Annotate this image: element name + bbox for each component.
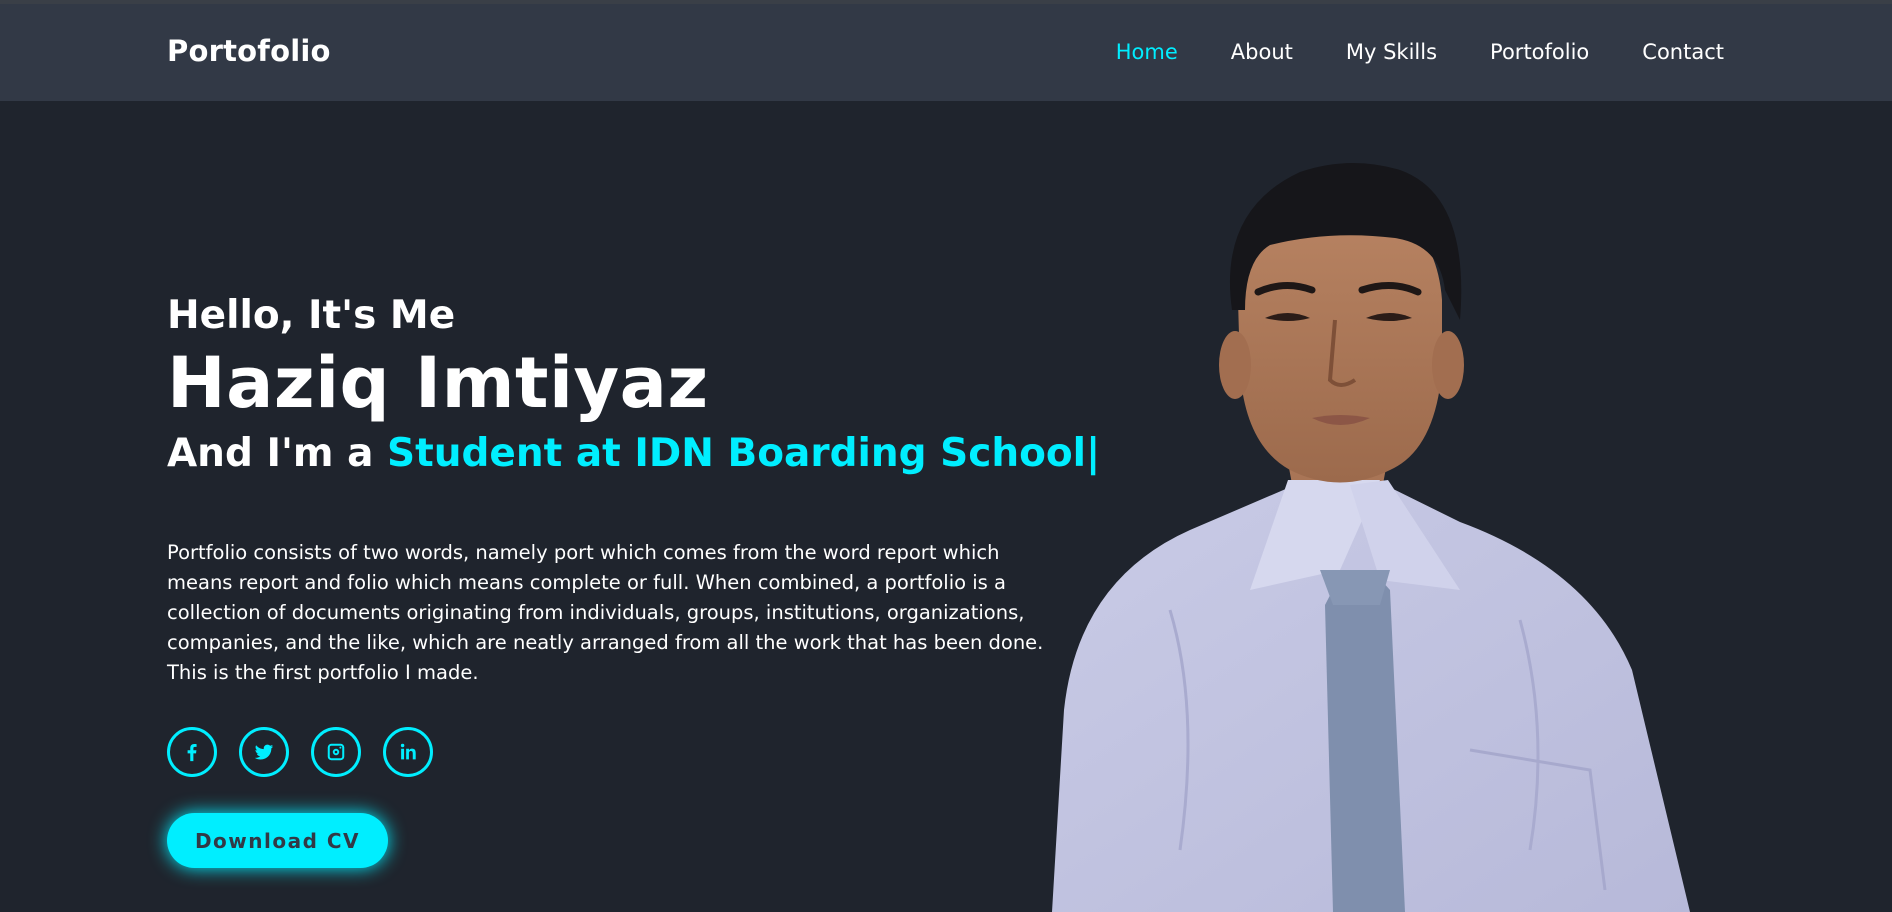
twitter-link[interactable] — [239, 727, 289, 777]
bio-paragraph: Portfolio consists of two words, namely … — [167, 541, 1044, 684]
download-cv-button[interactable]: Download CV — [167, 813, 388, 868]
site-logo[interactable]: Portofolio — [167, 34, 331, 68]
instagram-icon — [327, 743, 345, 761]
greeting-heading: Hello, It's Me — [167, 293, 456, 338]
nav-contact[interactable]: Contact — [1642, 40, 1724, 64]
profile-photo — [1052, 162, 1690, 912]
facebook-link[interactable] — [167, 727, 217, 777]
nav-about[interactable]: About — [1231, 40, 1293, 64]
role-highlight: Student at IDN Boarding School — [387, 431, 1087, 476]
nav-my-skills[interactable]: My Skills — [1346, 40, 1437, 64]
site-header: Portofolio Home About My Skills Portofol… — [0, 4, 1892, 101]
social-links — [167, 727, 455, 777]
linkedin-link[interactable] — [383, 727, 433, 777]
hero-intro: Hello, It's Me Haziq Imtiyaz And I'm a S… — [167, 292, 1100, 482]
nav-portofolio[interactable]: Portofolio — [1490, 40, 1589, 64]
facebook-icon — [187, 744, 197, 762]
role-heading: And I'm a Student at IDN Boarding School… — [167, 426, 1100, 482]
name-heading: Haziq Imtiyaz — [167, 342, 709, 424]
nav-home[interactable]: Home — [1116, 40, 1178, 64]
main-nav: Home About My Skills Portofolio Contact — [1063, 40, 1724, 64]
linkedin-icon — [400, 743, 416, 760]
twitter-icon — [254, 744, 274, 760]
role-prefix: And I'm a — [167, 431, 374, 476]
instagram-link[interactable] — [311, 727, 361, 777]
